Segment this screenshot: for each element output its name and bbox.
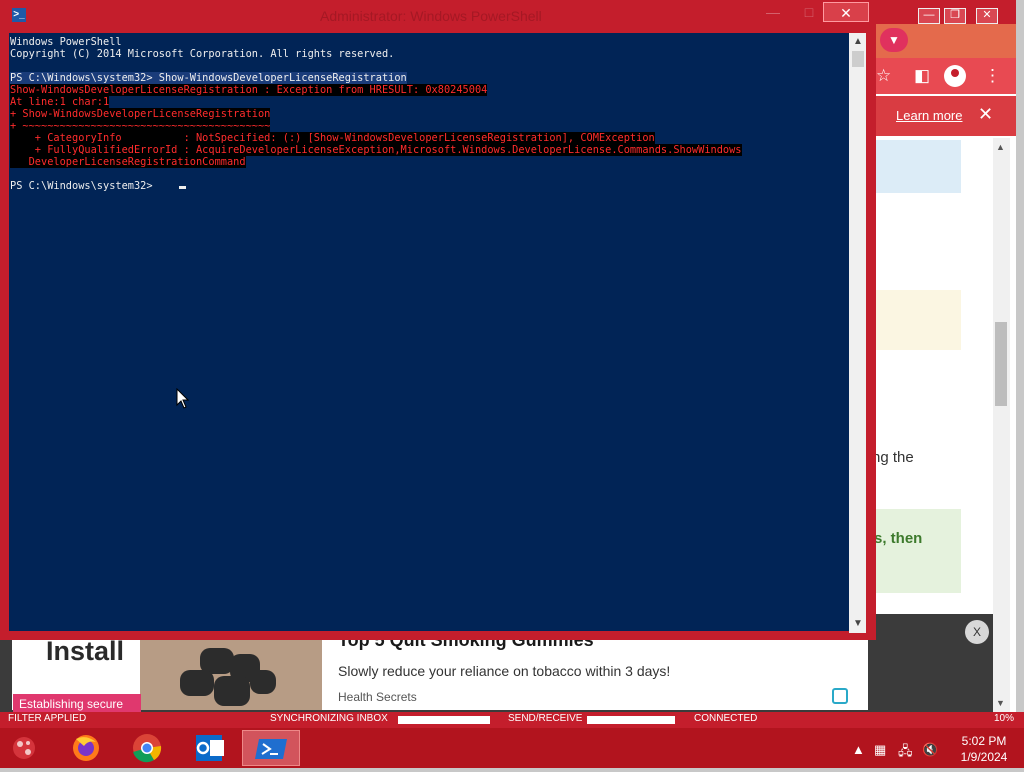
console-output-line: PS C:\Windows\system32> — [10, 180, 159, 192]
connection-status: CONNECTED — [694, 713, 758, 724]
infobar-close-icon[interactable]: ✕ — [978, 104, 993, 125]
clock-time: 5:02 PM — [961, 734, 1007, 748]
scroll-up-arrow-icon[interactable]: ▲ — [996, 142, 1005, 152]
send-receive-status: SEND/RECEIVE — [508, 713, 583, 724]
scroll-down-arrow-icon[interactable]: ▼ — [996, 698, 1005, 708]
browser-restore-button[interactable]: ❐ — [944, 8, 966, 24]
firefox-icon — [73, 735, 99, 761]
console-scroll-thumb[interactable] — [852, 51, 864, 67]
show-hidden-icons-icon[interactable]: ▲ — [852, 742, 865, 757]
console-scroll-up-icon[interactable]: ▲ — [853, 36, 863, 47]
start-icon — [13, 737, 35, 759]
console-output-line: Windows PowerShell — [10, 36, 122, 48]
ad-brand: Health Secrets — [338, 690, 417, 704]
taskbar-powershell[interactable] — [242, 730, 300, 766]
powershell-minimize-button[interactable]: — — [760, 2, 786, 22]
sync-status: SYNCHRONIZING INBOX — [270, 713, 388, 724]
taskbar-firefox[interactable] — [58, 730, 116, 766]
volume-muted-icon[interactable]: 🔇 — [922, 742, 938, 758]
outlook-status-bar: FILTER APPLIED SYNCHRONIZING INBOX SEND/… — [0, 712, 1024, 728]
console-output-line: Copyright (C) 2014 Microsoft Corporation… — [10, 48, 395, 60]
chrome-icon — [133, 734, 162, 763]
ad-choices-icon[interactable] — [832, 688, 848, 704]
powershell-titlebar[interactable]: >_ Administrator: Windows PowerShell — □… — [0, 0, 876, 32]
network-icon[interactable]: 🖧 — [898, 742, 913, 764]
console-error-line: DeveloperLicenseRegistrationCommand — [10, 156, 246, 168]
tip-box — [870, 509, 961, 593]
console-error-line: + Show-WindowsDeveloperLicenseRegistrati… — [10, 108, 271, 120]
powershell-console[interactable]: PS C:\Windows\system32> DeveloperLicense… — [9, 33, 849, 631]
powershell-icon: >_ — [12, 8, 26, 22]
browser-minimize-button[interactable]: — — [918, 8, 940, 24]
note-box — [870, 290, 961, 350]
page-scrollbar[interactable] — [993, 138, 1010, 712]
action-center-icon[interactable]: ▦ — [874, 742, 886, 758]
console-error-line: At line:1 char:1 — [10, 96, 110, 108]
console-error-line: + ~~~~~~~~~~~~~~~~~~~~~~~~~~~~~~~~~~~~~~… — [10, 120, 271, 132]
powershell-title: Administrator: Windows PowerShell — [320, 8, 542, 24]
powershell-maximize-button[interactable]: □ — [796, 2, 822, 22]
send-receive-progress-bar — [587, 716, 675, 724]
profile-avatar[interactable] — [944, 65, 966, 87]
article-tip-text: s, then — [874, 530, 923, 547]
ad-description: Slowly reduce your reliance on tobacco w… — [338, 663, 671, 679]
console-error-line: + CategoryInfo : NotSpecified: (:) [Show… — [10, 132, 655, 144]
zoom-level: 10% — [994, 713, 1015, 724]
article-text: ng the — [872, 449, 914, 466]
console-error-line: Show-WindowsDeveloperLicenseRegistration… — [10, 84, 488, 96]
page-scroll-thumb[interactable] — [995, 322, 1007, 406]
clock-date: 1/9/2024 — [960, 750, 1008, 764]
text-cursor — [179, 186, 186, 189]
taskbar-outlook[interactable] — [180, 730, 238, 766]
powershell-close-button[interactable]: ✕ — [823, 2, 869, 22]
mouse-pointer-icon — [176, 388, 190, 409]
ad-image[interactable] — [140, 640, 322, 710]
ad-close-button[interactable]: X — [965, 620, 989, 644]
taskbar-chrome[interactable] — [118, 730, 176, 766]
browser-close-button[interactable]: ✕ — [976, 8, 998, 24]
outlook-icon — [196, 735, 224, 761]
menu-kebab-icon[interactable]: ⋮ — [984, 66, 1001, 86]
ad-install-text: Install — [46, 636, 125, 666]
console-scrollbar[interactable] — [849, 33, 866, 633]
filter-status: FILTER APPLIED — [8, 713, 87, 724]
console-error-line: + FullyQualifiedErrorId : AcquireDevelop… — [10, 144, 742, 156]
start-button[interactable] — [0, 730, 58, 766]
info-box — [870, 140, 961, 193]
tab-search-button[interactable]: ▼ — [880, 28, 908, 52]
powershell-icon — [255, 739, 287, 759]
sync-progress-bar — [398, 716, 490, 724]
bookmark-star-icon[interactable]: ☆ — [876, 66, 891, 86]
console-output-line: PS C:\Windows\system32> Show-WindowsDeve… — [10, 72, 407, 84]
powershell-window: >_ Administrator: Windows PowerShell — □… — [0, 0, 876, 640]
learn-more-link[interactable]: Learn more — [896, 108, 962, 123]
side-panel-icon[interactable]: ◧ — [914, 66, 930, 86]
taskbar-clock[interactable]: 5:02 PM 1/9/2024 — [952, 733, 1016, 765]
console-scroll-down-icon[interactable]: ▼ — [853, 618, 863, 629]
